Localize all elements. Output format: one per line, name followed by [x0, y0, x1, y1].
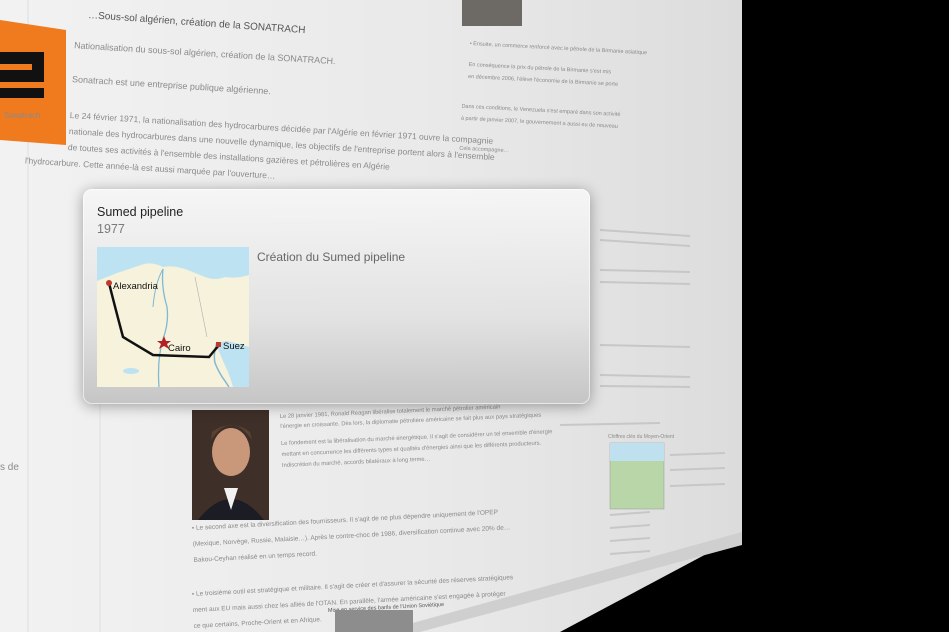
- sumed-pipeline-map: Alexandria Cairo Suez: [97, 247, 249, 388]
- bottom-thumbnail: [335, 610, 413, 632]
- left-edge-text: s de: [0, 462, 19, 473]
- cairo-label: Cairo: [168, 343, 191, 354]
- sonatrach-logo: Sonatrach: [0, 20, 66, 145]
- logo-text: Sonatrach: [4, 111, 40, 120]
- event-title: Sumed pipeline: [97, 205, 184, 219]
- event-description: Création du Sumed pipeline: [257, 250, 406, 264]
- suez-marker: [216, 342, 221, 347]
- timeline-event-popup[interactable]: Sumed pipeline 1977 Alexandria Cairo Sue…: [83, 189, 590, 404]
- side-chart-caption: Chiffres clés du Moyen-Orient: [608, 434, 675, 440]
- thumbnail-image: [462, 0, 522, 26]
- alexandria-label: Alexandria: [113, 281, 159, 292]
- event-year: 1977: [97, 222, 125, 236]
- suez-label: Suez: [223, 341, 245, 352]
- reagan-portrait: [192, 410, 269, 520]
- alexandria-marker: [106, 280, 112, 286]
